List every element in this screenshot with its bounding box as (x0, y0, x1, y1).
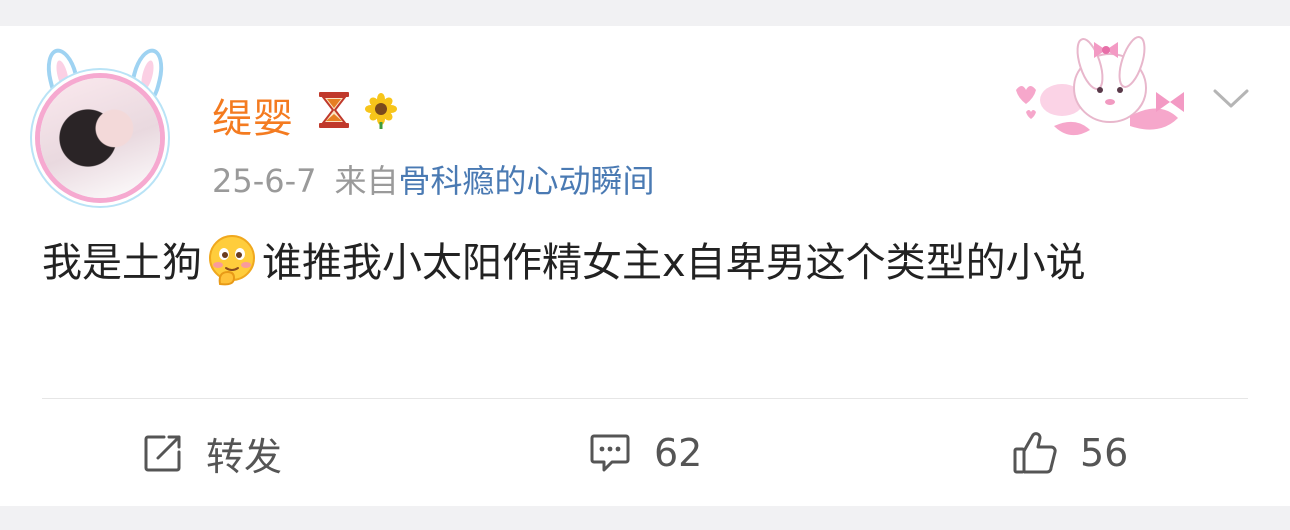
repost-button[interactable]: 转发 (142, 430, 282, 479)
repost-label: 转发 (206, 434, 283, 479)
post-text-part2: 谁推我小太阳作精女主x自卑男这个类型的小说 (262, 240, 1086, 286)
avatar[interactable] (36, 45, 178, 198)
username[interactable]: 缇婴 (212, 86, 294, 144)
sunflower-icon[interactable] (362, 92, 400, 130)
post-card: 缇婴 25-6-7 来自骨科瘾的心动瞬间 我是土狗 谁推我小太阳作精女主x自卑男… (0, 26, 1290, 506)
hourglass-icon[interactable] (316, 90, 352, 130)
repost-icon (144, 435, 181, 472)
source-link[interactable]: 骨科瘾的心动瞬间 (399, 162, 655, 200)
comment-icon (590, 434, 630, 472)
comment-count: 62 (654, 431, 703, 475)
post-text: 我是土狗 谁推我小太阳作精女主x自卑男这个类型的小说 (42, 232, 1242, 294)
avatar-image (40, 78, 160, 198)
post-date: 25-6-7 (212, 162, 317, 200)
from-label: 来自 (334, 162, 399, 200)
chevron-down-icon[interactable] (1212, 86, 1250, 112)
thumbs-up-icon (1013, 432, 1057, 474)
like-button[interactable]: 56 (1012, 430, 1128, 476)
post-text-part1: 我是土狗 (42, 240, 202, 286)
divider (42, 398, 1248, 399)
thinking-emoji-icon (209, 235, 255, 286)
post-meta: 25-6-7 来自骨科瘾的心动瞬间 (212, 156, 655, 202)
like-count: 56 (1080, 431, 1129, 475)
bunny-decoration-icon (1016, 36, 1184, 136)
comment-button[interactable]: 62 (588, 430, 702, 476)
